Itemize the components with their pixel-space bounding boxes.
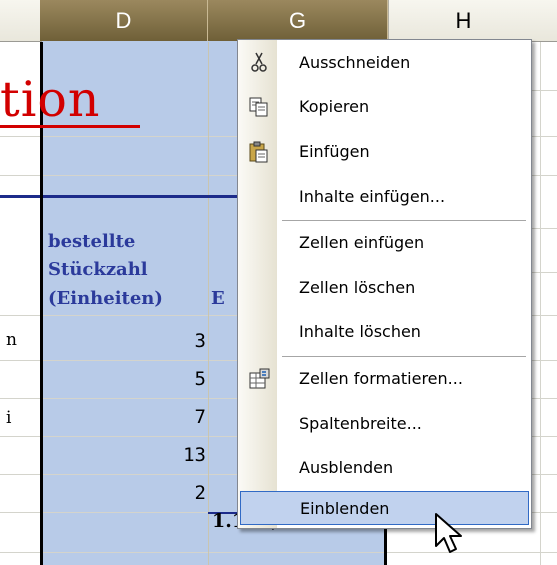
paste-icon	[247, 140, 271, 164]
menu-item-label: Inhalte löschen	[299, 322, 421, 341]
menu-separator	[282, 220, 526, 221]
menu-item-hide[interactable]: Ausblenden	[240, 451, 529, 485]
column-header-bar: D G H	[0, 0, 557, 42]
menu-item-insert-cells[interactable]: Zellen einfügen	[240, 226, 529, 260]
menu-item-paste[interactable]: Einfügen	[240, 135, 529, 169]
menu-item-label: Kopieren	[299, 97, 370, 116]
menu-item-label: Zellen einfügen	[299, 233, 425, 252]
header-line-quantity: Stückzahl	[48, 259, 148, 280]
menu-item-unhide[interactable]: Einblenden	[240, 491, 529, 525]
copy-icon	[247, 95, 271, 119]
row-fragment: i	[6, 408, 12, 428]
row-header-corner[interactable]	[0, 0, 40, 41]
menu-item-label: Ausblenden	[299, 458, 394, 477]
quantity-cell[interactable]: 2	[44, 482, 206, 504]
menu-item-label: Zellen löschen	[299, 278, 416, 297]
format-cells-icon	[247, 367, 271, 391]
menu-item-paste-special[interactable]: Inhalte einfügen...	[240, 180, 529, 214]
menu-separator	[282, 356, 526, 357]
menu-item-label: Spaltenbreite...	[299, 414, 422, 433]
mouse-pointer-icon	[435, 513, 462, 553]
column-header-d[interactable]: D	[40, 0, 208, 41]
header-line-next-column: E	[211, 288, 225, 309]
menu-item-clear-contents[interactable]: Inhalte löschen	[240, 315, 529, 349]
quantity-cell[interactable]: 5	[44, 368, 206, 390]
quantity-cell[interactable]: 3	[44, 330, 206, 352]
menu-item-label: Zellen formatieren...	[299, 369, 463, 388]
sheet-title-fragment: tion	[0, 71, 101, 128]
menu-item-copy[interactable]: Kopieren	[240, 90, 529, 124]
quantity-cell[interactable]: 7	[44, 406, 206, 428]
header-line-ordered: bestellte	[48, 231, 136, 252]
menu-item-delete-cells[interactable]: Zellen löschen	[240, 271, 529, 305]
menu-item-label: Einblenden	[300, 499, 390, 518]
menu-item-label: Ausschneiden	[299, 53, 411, 72]
title-underline	[0, 125, 140, 128]
scissors-icon	[247, 51, 271, 75]
menu-item-label: Einfügen	[299, 142, 370, 161]
menu-item-column-width[interactable]: Spaltenbreite...	[240, 407, 529, 441]
column-header-g[interactable]: G	[208, 0, 388, 41]
menu-item-format-cells[interactable]: Zellen formatieren...	[240, 362, 529, 396]
column-header-h[interactable]: H	[388, 0, 538, 41]
menu-item-label: Inhalte einfügen...	[299, 187, 446, 206]
quantity-cell[interactable]: 13	[44, 444, 206, 466]
header-line-units: (Einheiten)	[48, 288, 163, 309]
row-fragment: n	[6, 330, 17, 350]
context-menu: Ausschneiden Kopieren Einfügen Inhalte e…	[237, 39, 532, 529]
menu-item-cut[interactable]: Ausschneiden	[240, 46, 529, 80]
